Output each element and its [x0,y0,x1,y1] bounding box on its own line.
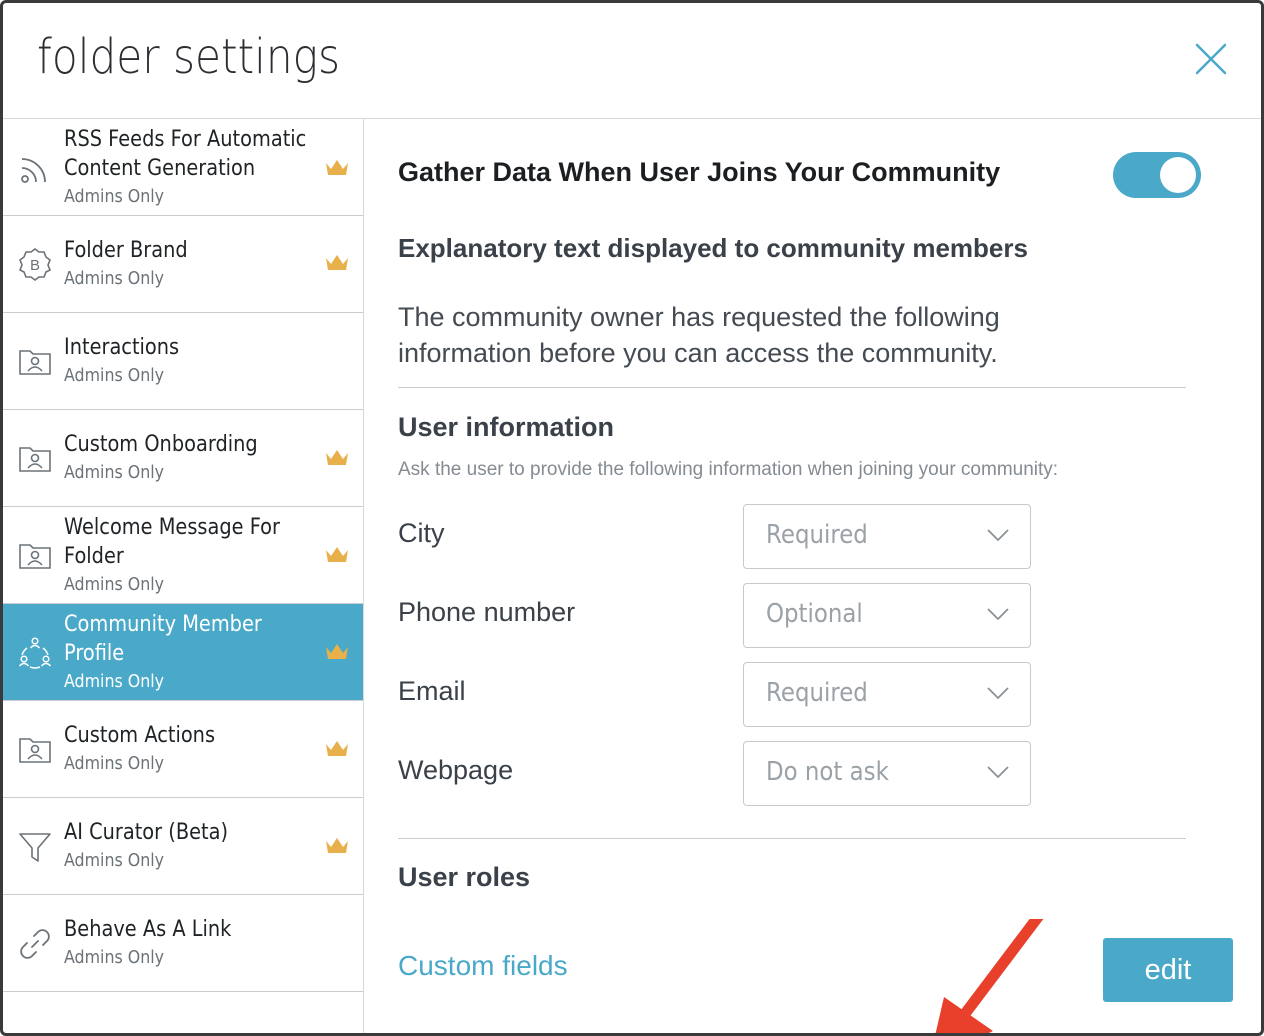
sidebar-item-welcome-message[interactable]: Welcome Message For Folder Admins Only [3,507,363,604]
sidebar-item-subtitle: Admins Only [64,268,165,289]
select-value: Do not ask [766,757,889,787]
sidebar-item-subtitle: Admins Only [64,365,165,386]
sidebar-item-custom-actions[interactable]: Custom Actions Admins Only [3,701,363,798]
sidebar-item-subtitle: Admins Only [64,947,165,968]
select-value: Optional [766,599,863,629]
sidebar-item-subtitle: Admins Only [64,671,165,692]
sidebar-item-label: Folder [64,544,124,569]
sidebar-item-subtitle: Admins Only [64,186,165,207]
sidebar-item-custom-onboarding[interactable]: Custom Onboarding Admins Only [3,410,363,507]
folder-user-icon [19,350,51,375]
user-roles-title: User roles [398,862,531,892]
folder-user-icon [19,738,51,763]
crown-icon [326,160,348,175]
sidebar-item-label: AI Curator (Beta) [64,820,229,845]
filter-icon [19,833,51,862]
chevron-down-icon [987,529,1009,542]
sidebar-item-label: Welcome Message For [64,515,280,540]
sidebar-item-rss-feeds[interactable]: RSS Feeds For Automatic Content Generati… [3,119,363,216]
select-value: Required [766,520,868,550]
sidebar-item-label: Content Generation [64,156,256,181]
sidebar-item-behave-as-link[interactable]: Behave As A Link Admins Only [3,895,363,992]
city-select[interactable]: Required [743,504,1031,569]
crown-icon [326,644,348,659]
divider [398,838,1186,839]
chevron-down-icon [987,766,1009,779]
sidebar-item-label: Folder Brand [64,238,188,263]
field-label-phone: Phone number [398,597,576,627]
field-label-webpage: Webpage [398,755,514,785]
annotation-arrow-icon [935,919,1044,1033]
chevron-down-icon [987,687,1009,700]
sidebar-item-label: Profile [64,641,125,666]
sidebar-item-label: Interactions [64,335,180,360]
explanatory-text-title: Explanatory text displayed to community … [398,233,1028,263]
settings-main-panel: Gather Data When User Joins Your Communi… [365,119,1261,1033]
edit-button[interactable]: edit [1103,938,1233,1002]
field-label-city: City [398,518,445,548]
settings-sidebar: RSS Feeds For Automatic Content Generati… [3,119,364,1033]
user-information-title: User information [398,412,615,442]
crown-icon [326,741,348,756]
sidebar-item-interactions[interactable]: Interactions Admins Only [3,313,363,410]
link-icon [20,929,50,959]
community-icon [18,637,52,669]
email-select[interactable]: Required [743,662,1031,727]
sidebar-item-community-member-profile[interactable]: Community Member Profile Admins Only [3,604,363,701]
sidebar-item-label: RSS Feeds For Automatic [64,127,307,152]
rss-icon [21,158,46,183]
folder-settings-dialog: folder settings RSS Feeds For Automatic … [0,0,1264,1036]
sidebar-item-label: Behave As A Link [64,917,232,942]
toggle-knob [1160,157,1196,193]
explanatory-text[interactable]: The community owner has requested the fo… [398,299,1118,371]
sidebar-item-subtitle: Admins Only [64,462,165,483]
sidebar-item-subtitle: Admins Only [64,850,165,871]
dialog-title: folder settings [37,29,341,85]
folder-user-icon [19,447,51,472]
custom-fields-link[interactable]: Custom fields [398,950,568,982]
svg-text:B: B [30,257,40,274]
folder-user-icon [19,544,51,569]
crown-icon [326,838,348,853]
gather-data-toggle[interactable] [1113,152,1201,198]
field-label-email: Email [398,676,466,706]
sidebar-item-folder-brand[interactable]: B Folder Brand Admins Only [3,216,363,313]
phone-number-select[interactable]: Optional [743,583,1031,648]
gather-data-title: Gather Data When User Joins Your Communi… [398,157,1001,187]
sidebar-item-label: Custom Onboarding [64,432,258,457]
user-information-description: Ask the user to provide the following in… [398,459,1059,480]
select-value: Required [766,678,868,708]
sidebar-item-subtitle: Admins Only [64,574,165,595]
sidebar-item-label: Custom Actions [64,723,216,748]
divider [398,387,1186,388]
webpage-select[interactable]: Do not ask [743,741,1031,806]
close-icon[interactable] [1193,41,1229,77]
crown-icon [326,450,348,465]
sidebar-item-subtitle: Admins Only [64,753,165,774]
explanatory-text-line: information before you can access the co… [398,338,998,368]
sidebar-item-ai-curator[interactable]: AI Curator (Beta) Admins Only [3,798,363,895]
explanatory-text-line: The community owner has requested the fo… [398,302,1000,332]
brand-icon: B [18,248,52,281]
sidebar-item-label: Community Member [64,612,262,637]
crown-icon [326,255,348,270]
chevron-down-icon [987,608,1009,621]
crown-icon [326,547,348,562]
dialog-header: folder settings [3,3,1261,119]
